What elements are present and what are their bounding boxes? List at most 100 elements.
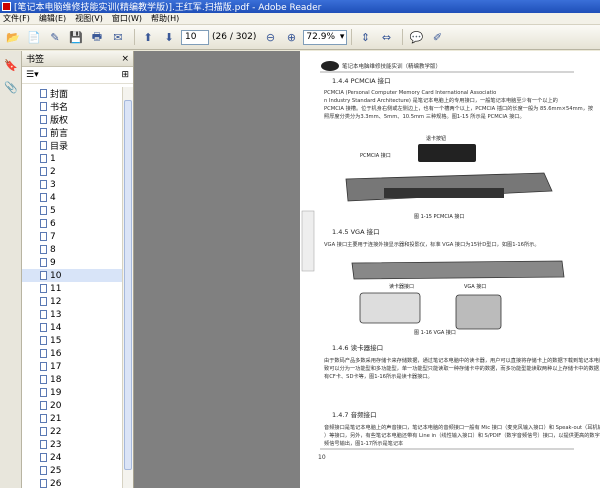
body-text: ）等接口，另外，有些笔记本电脑还带有 Line in（线性输入接口）和 S/PD… (324, 431, 600, 439)
menu-help[interactable]: 帮助(H) (151, 13, 179, 24)
bookmark-item[interactable]: 15 (22, 334, 122, 347)
bookmark-page-icon (40, 336, 47, 345)
body-text: 频信号输出，图1-17所示是笔记本 (324, 439, 403, 447)
bookmark-item[interactable]: 12 (22, 295, 122, 308)
menu-file[interactable]: 文件(F) (3, 13, 30, 24)
close-icon[interactable]: × (121, 54, 129, 64)
bookmark-item[interactable]: 22 (22, 425, 122, 438)
bookmark-item[interactable]: 23 (22, 438, 122, 451)
bookmark-label: 15 (50, 335, 62, 346)
bookmark-item[interactable]: 18 (22, 373, 122, 386)
bookmark-item[interactable]: 8 (22, 243, 122, 256)
bookmark-item[interactable]: 20 (22, 399, 122, 412)
attachments-icon[interactable]: 📎 (3, 79, 19, 95)
body-text: n Industry Standard Architecture) 是笔记本电脑… (324, 96, 558, 104)
bookmark-page-icon (40, 362, 47, 371)
bookmarks-scrollbar[interactable] (122, 87, 133, 488)
bookmark-label: 17 (50, 361, 62, 372)
options-icon[interactable]: ☰▾ (26, 70, 39, 80)
bookmark-item[interactable]: 6 (22, 217, 122, 230)
bookmark-item[interactable]: 版权 (22, 113, 122, 126)
laptop-side-photo (351, 260, 565, 280)
bookmark-label: 前言 (50, 129, 69, 139)
body-text: VGA 接口主要用于连接外接显示器和投影仪，标准 VGA 接口为15针D型口，如… (324, 240, 540, 248)
bookmark-item[interactable]: 19 (22, 386, 122, 399)
bookmark-item[interactable]: 9 (22, 256, 122, 269)
previous-page-icon[interactable]: ⬆ (139, 28, 157, 46)
bookmark-page-icon (40, 232, 47, 241)
save-icon[interactable]: 💾 (67, 28, 85, 46)
bookmarks-icon[interactable]: 🔖 (3, 57, 19, 73)
zoom-in-icon[interactable]: ⊕ (282, 28, 300, 46)
bookmark-page-icon (40, 128, 47, 137)
bookmark-label: 26 (50, 478, 62, 488)
create-pdf-icon[interactable]: 📄 (25, 28, 43, 46)
bookmark-label: 10 (50, 270, 62, 281)
body-text: PCMCIA (Personal Computer Memory Card In… (324, 90, 496, 96)
bookmark-item[interactable]: 11 (22, 282, 122, 295)
fit-page-icon[interactable]: ⇕ (356, 28, 374, 46)
toolbar-separator (134, 29, 135, 45)
bookmark-label: 23 (50, 439, 62, 450)
laptop-ports-photo (384, 188, 504, 198)
bookmark-page-icon (40, 401, 47, 410)
document-viewer[interactable]: 笔记本电脑维修技能实训（精编教学版） 1.4.4 PCMCIA 接口 PCMCIA … (134, 51, 600, 488)
bookmark-page-icon (40, 323, 47, 332)
bookmark-item[interactable]: 封面 (22, 87, 122, 100)
bookmark-item[interactable]: 26 (22, 477, 122, 488)
bookmark-item[interactable]: 5 (22, 204, 122, 217)
section-title: 1.4.6 读卡器接口 (332, 343, 383, 352)
bookmark-item[interactable]: 书名 (22, 100, 122, 113)
bookmark-page-icon (40, 453, 47, 462)
section-title: 1.4.7 音频接口 (332, 410, 377, 419)
bookmark-label: 11 (50, 283, 62, 294)
bookmark-label: 19 (50, 387, 62, 398)
zoom-select[interactable]: 72.9% ▾ (303, 29, 348, 45)
bookmark-item[interactable]: 1 (22, 152, 122, 165)
menu-bar: 文件(F) 编辑(E) 视图(V) 窗口(W) 帮助(H) (0, 13, 600, 25)
bookmark-label: 4 (50, 192, 56, 203)
menu-window[interactable]: 窗口(W) (112, 13, 142, 24)
bookmark-item[interactable]: 7 (22, 230, 122, 243)
expand-bookmark-icon[interactable]: ⊞ (121, 70, 129, 80)
fit-width-icon[interactable]: ⇔ (377, 28, 395, 46)
page-number-input[interactable] (181, 29, 209, 45)
bookmark-item[interactable]: 前言 (22, 126, 122, 139)
bookmark-item[interactable]: 2 (22, 165, 122, 178)
bookmark-item[interactable]: 21 (22, 412, 122, 425)
bookmark-item[interactable]: 24 (22, 451, 122, 464)
bookmark-item[interactable]: 13 (22, 308, 122, 321)
bookmark-label: 7 (50, 231, 56, 242)
menu-view[interactable]: 视图(V) (75, 13, 103, 24)
zoom-out-icon[interactable]: ⊖ (261, 28, 279, 46)
bookmarks-panel: 书签 × ☰▾ ⊞ 封面 书名 版权 前言 目录 1 2 3 4 5 6 7 8 9 10 11 12 13 14 1… (22, 51, 134, 488)
edit-icon[interactable]: ✎ (46, 28, 64, 46)
highlight-icon[interactable]: ✐ (428, 28, 446, 46)
bookmark-page-icon (40, 180, 47, 189)
bookmark-item[interactable]: 17 (22, 360, 122, 373)
bookmark-label: 14 (50, 322, 62, 333)
bookmark-page-icon (40, 427, 47, 436)
comment-icon[interactable]: 💬 (407, 28, 425, 46)
bookmark-label: 1 (50, 153, 56, 164)
bookmark-item[interactable]: 3 (22, 178, 122, 191)
email-icon[interactable]: ✉ (109, 28, 127, 46)
body-text: 致可以分为一功能型和多功能型，单一功能型只能读取一种存储卡中的数据，而多功能型能… (324, 364, 600, 372)
print-icon[interactable]: 🖶 (88, 28, 106, 46)
bookmark-label: 8 (50, 244, 56, 255)
figure-label: VGA 接口 (464, 283, 486, 290)
chapter-tab (301, 210, 315, 272)
bookmark-item[interactable]: 4 (22, 191, 122, 204)
scrollbar-thumb[interactable] (124, 100, 132, 470)
bookmark-item[interactable]: 16 (22, 347, 122, 360)
bookmark-item[interactable]: 25 (22, 464, 122, 477)
bookmark-page-icon (40, 167, 47, 176)
bookmark-item[interactable]: 14 (22, 321, 122, 334)
toolbar-separator (351, 29, 353, 45)
open-icon[interactable]: 📂 (4, 28, 22, 46)
next-page-icon[interactable]: ⬇ (160, 28, 178, 46)
bookmark-item[interactable]: 目录 (22, 139, 122, 152)
menu-edit[interactable]: 编辑(E) (39, 13, 66, 24)
bookmark-item[interactable]: 10 (22, 269, 122, 282)
bookmark-page-icon (40, 284, 47, 293)
